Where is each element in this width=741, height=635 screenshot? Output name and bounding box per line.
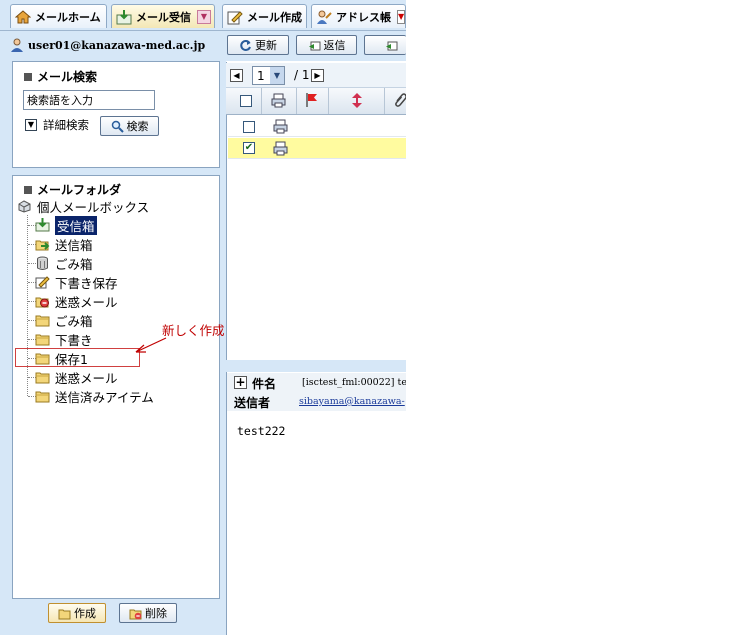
folder-icon [58,609,71,619]
chevron-down-icon[interactable]: ▼ [397,9,405,24]
folder-item-drafts[interactable]: 下書き [35,330,93,348]
folder-item-sent-items[interactable]: 送信済みアイテム [35,387,154,405]
user-icon [11,38,23,52]
message-preview [226,372,406,635]
bullet-square-icon [24,72,32,81]
tab-mail-home[interactable]: メールホーム [10,4,107,28]
refresh-button[interactable]: 更新 [227,35,289,55]
expand-down-icon: ▼ [25,119,37,131]
reply-icon [308,41,320,50]
chevron-down-icon: ▼ [270,67,284,84]
refresh-icon [240,39,251,51]
inbox-folder-icon [35,218,50,232]
prev-page-icon[interactable]: ◀ [230,69,243,82]
magnifier-icon [111,120,124,133]
pane-splitter[interactable] [226,360,406,372]
page-total: / 1 [294,68,310,82]
user-account: user01@kanazawa-med.ac.jp [10,38,205,52]
spam-folder-icon [35,297,49,308]
table-row[interactable] [228,116,406,137]
search-input[interactable] [23,90,155,110]
tab-address-book[interactable]: アドレス帳 ▼ [311,4,406,28]
outbox-folder-icon [35,240,50,251]
reply-all-icon [386,41,398,50]
column-separator [328,88,329,114]
folder-icon [35,391,50,403]
message-checkbox[interactable] [243,121,255,133]
folder-item-outbox[interactable]: 送信箱 [35,235,93,253]
folder-icon [35,315,50,327]
inbox-icon [116,9,132,24]
sender-label: 送信者 [234,396,271,410]
table-row-selected[interactable]: ✔ [228,138,406,159]
column-separator [296,88,297,114]
flag-icon[interactable] [305,92,319,108]
subject-label: 件名 [252,377,277,391]
address-book-icon [317,10,332,24]
chevron-down-icon[interactable]: ▼ [197,9,211,24]
sender-link[interactable]: sibayama@kanazawa- [299,396,406,407]
folder-item-spam[interactable]: 迷惑メール [35,292,118,310]
column-separator [384,88,385,114]
delete-folder-button[interactable]: 削除 [119,603,177,623]
tree-guide-line [27,215,28,396]
trash-can-icon [37,256,48,270]
bullet-square-icon [24,185,32,194]
select-all-checkbox[interactable] [240,95,252,107]
mail-search-title: メール検索 [24,68,97,85]
advanced-search-toggle[interactable]: ▼ 詳細検索 [25,117,89,133]
tab-mail-inbox[interactable]: メール受信 ▼ [111,4,215,28]
sort-icon[interactable] [351,92,363,109]
printer-icon[interactable] [273,141,288,156]
folder-icon [35,372,50,384]
new-folder-highlight [15,348,140,367]
compose-icon [227,10,243,24]
folder-item-inbox[interactable]: 受信箱 [35,215,97,235]
next-page-icon[interactable]: ▶ [311,69,324,82]
expand-header-icon[interactable]: + [234,376,247,389]
subject-value: [isctest_fml:00022] te [302,377,406,388]
mailbox-root[interactable]: 個人メールボックス [17,197,149,215]
home-icon [15,9,31,23]
tab-mail-compose[interactable]: メール作成 [222,4,307,28]
column-separator [261,88,262,114]
reply-button[interactable]: 返信 [296,35,357,55]
message-body: test222 [237,424,286,438]
folder-item-trash-custom[interactable]: ごみ箱 [35,311,93,329]
page-select[interactable]: 1 ▼ [252,66,285,85]
folder-icon [35,334,50,346]
draft-folder-icon [35,276,50,289]
mail-folder-title: メールフォルダ [24,181,121,198]
folder-item-spam-custom[interactable]: 迷惑メール [35,368,118,386]
folder-delete-icon [129,609,142,619]
search-button[interactable]: 検索 [100,116,159,136]
reply-all-button[interactable] [364,35,406,55]
printer-icon[interactable] [271,93,286,108]
printer-icon[interactable] [273,119,288,134]
folder-item-drafts-saved[interactable]: 下書き保存 [35,273,118,291]
folder-item-trash[interactable]: ごみ箱 [35,254,93,272]
attachment-icon[interactable] [394,92,406,108]
create-folder-button[interactable]: 作成 [48,603,106,623]
mailbox-icon [18,200,31,213]
message-checkbox-checked[interactable]: ✔ [243,142,255,154]
